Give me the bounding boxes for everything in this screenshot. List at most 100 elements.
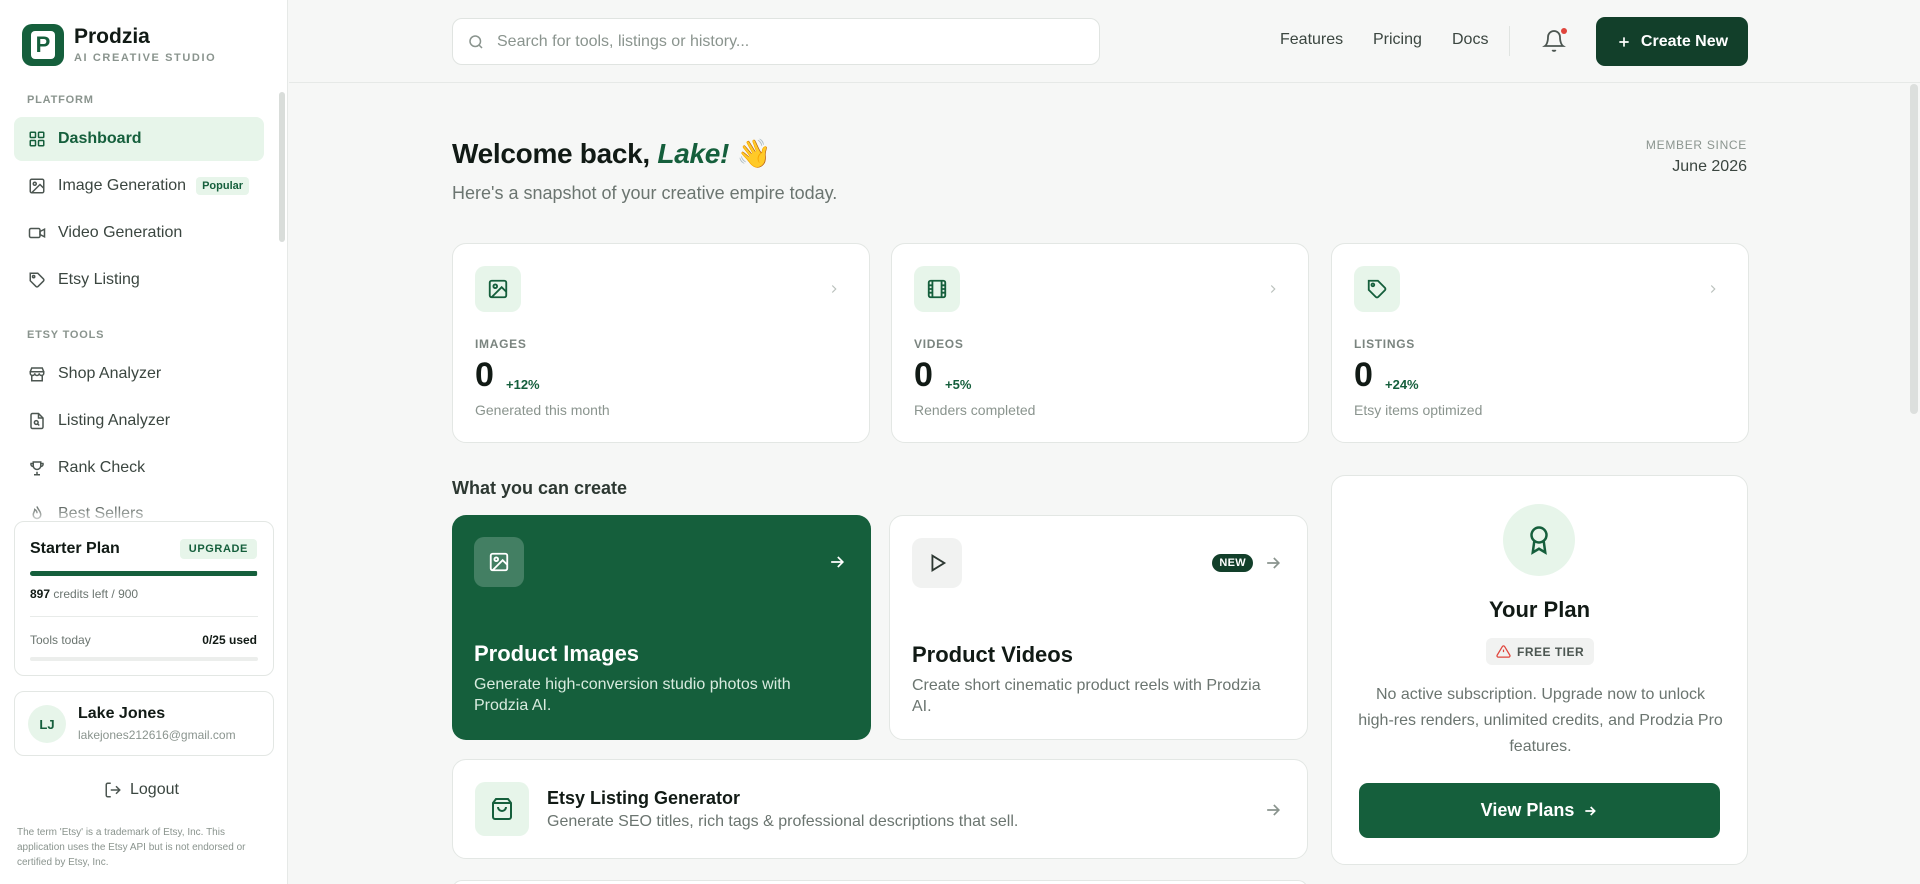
sidebar-item-image-generation[interactable]: Image Generation Popular — [14, 164, 264, 208]
sidebar-item-video-generation[interactable]: Video Generation — [14, 211, 264, 255]
brand[interactable]: P Prodzia AI CREATIVE STUDIO — [22, 24, 216, 66]
film-icon — [914, 266, 960, 312]
tools-progress-bar — [30, 657, 258, 661]
your-plan-panel: Your Plan FREE TIER No active subscripti… — [1331, 475, 1748, 865]
sidebar-item-best-sellers[interactable]: Best Sellers — [14, 493, 264, 521]
tag-icon — [28, 271, 46, 289]
divider — [30, 616, 258, 617]
product-images-card[interactable]: Product Images Generate high-conversion … — [452, 515, 871, 740]
stat-label: LISTINGS — [1354, 337, 1415, 351]
sidebar-item-label: Rank Check — [58, 459, 146, 476]
sidebar-item-rank-check[interactable]: Rank Check — [14, 446, 264, 490]
store-icon — [28, 365, 46, 383]
card-desc: Create short cinematic product reels wit… — [912, 677, 1261, 715]
search-icon — [469, 34, 483, 49]
trademark-disclaimer: The term 'Etsy' is a trademark of Etsy, … — [17, 827, 246, 868]
page-subtitle: Here's a snapshot of your creative empir… — [452, 183, 838, 203]
view-plans-button[interactable]: View Plans — [1359, 783, 1720, 838]
divider — [1509, 26, 1510, 56]
credits-progress-bar — [30, 571, 258, 576]
credits-text: 897 credits left / 900 — [30, 587, 139, 601]
sidebar-item-etsy-listing[interactable]: Etsy Listing — [14, 258, 264, 302]
chevron-right-icon — [1710, 285, 1716, 293]
video-icon — [28, 224, 46, 242]
arrow-right-icon — [1267, 804, 1281, 816]
sidebar-item-shop-analyzer[interactable]: Shop Analyzer — [14, 352, 264, 396]
nav-link-features[interactable]: Features — [1280, 31, 1343, 49]
tag-icon — [1354, 266, 1400, 312]
sidebar-item-listing-analyzer[interactable]: Listing Analyzer — [14, 399, 264, 443]
stat-value: 0 — [1354, 356, 1373, 394]
user-card[interactable]: LJ Lake Jones lakejones212616@gmail.com — [14, 691, 274, 756]
logout-button[interactable]: Logout — [104, 781, 179, 799]
sidebar-item-label: Video Generation — [58, 224, 183, 241]
credits-progress-fill — [30, 571, 258, 576]
alert-triangle-icon — [1496, 645, 1511, 658]
upgrade-button[interactable]: UPGRADE — [179, 539, 257, 559]
stat-card-listings[interactable]: LISTINGS 0 +24% Etsy items optimized — [1331, 243, 1749, 443]
stat-delta: +12% — [506, 377, 540, 392]
etsy-listing-generator-card[interactable]: Etsy Listing Generator Generate SEO titl… — [452, 759, 1308, 859]
grid-icon — [28, 130, 46, 148]
create-new-button[interactable]: Create New — [1596, 17, 1748, 66]
user-email: lakejones212616@gmail.com — [78, 728, 236, 742]
plus-icon — [1619, 36, 1629, 47]
shopping-bag-icon — [475, 782, 529, 836]
sidebar-scrollbar[interactable] — [279, 92, 285, 242]
product-videos-card[interactable]: NEW Product Videos Create short cinemati… — [889, 515, 1308, 740]
brand-logo: P — [22, 24, 64, 66]
nav-link-pricing[interactable]: Pricing — [1373, 31, 1422, 49]
tools-today-value: 0/25 used — [202, 633, 257, 647]
card-desc: Generate high-conversion studio photos w… — [474, 676, 791, 714]
chevron-right-icon — [1270, 285, 1276, 293]
tools-today-label: Tools today — [30, 633, 91, 647]
stat-value: 0 — [475, 356, 494, 394]
stat-desc: Generated this month — [475, 402, 610, 418]
nav-link-docs[interactable]: Docs — [1452, 31, 1488, 49]
stat-card-images[interactable]: IMAGES 0 +12% Generated this month — [452, 243, 870, 443]
new-badge: NEW — [1212, 554, 1253, 572]
stat-value: 0 — [914, 356, 933, 394]
flame-icon — [28, 505, 46, 521]
stat-label: IMAGES — [475, 337, 527, 351]
sidebar-item-label: Dashboard — [58, 130, 142, 147]
image-icon — [28, 177, 46, 195]
stat-desc: Etsy items optimized — [1354, 402, 1483, 418]
tier-badge: FREE TIER — [1486, 638, 1595, 665]
arrow-right-icon — [831, 556, 845, 568]
search-input[interactable] — [497, 32, 1057, 51]
sidebar-item-dashboard[interactable]: Dashboard — [14, 117, 264, 161]
logout-label: Logout — [130, 781, 179, 798]
stat-delta: +5% — [945, 377, 972, 392]
page-scrollbar[interactable] — [1910, 84, 1918, 414]
brand-name: Prodzia — [74, 25, 150, 48]
arrow-right-icon — [1267, 557, 1281, 569]
topbar: Features Pricing Docs Create New — [289, 0, 1920, 83]
card-title: Product Videos — [912, 642, 1073, 667]
search-box[interactable] — [452, 18, 1100, 65]
waving-hand-icon: 👋 — [736, 138, 772, 169]
card-title: Product Images — [474, 641, 640, 666]
card-desc: Generate SEO titles, rich tags & profess… — [547, 813, 1019, 830]
member-since-value: June 2026 — [1672, 158, 1747, 175]
stat-delta: +24% — [1385, 377, 1419, 392]
sidebar: P Prodzia AI CREATIVE STUDIO PLATFORM Da… — [0, 0, 288, 884]
page-title: Welcome back, Lake! 👋 — [452, 138, 772, 169]
plan-desc: No active subscription. Upgrade now to u… — [1358, 686, 1723, 755]
next-card-edge — [452, 880, 1308, 884]
brand-subtitle: AI CREATIVE STUDIO — [74, 52, 217, 64]
play-icon — [912, 538, 962, 588]
file-search-icon — [28, 412, 46, 430]
stat-label: VIDEOS — [914, 337, 964, 351]
chevron-right-icon — [831, 285, 837, 293]
award-icon — [1503, 504, 1575, 576]
user-name: Lake Jones — [78, 705, 166, 722]
image-icon — [474, 537, 524, 587]
section-title: What you can create — [452, 478, 628, 498]
etsy-tools-section-label: ETSY TOOLS — [27, 329, 105, 341]
stat-card-videos[interactable]: VIDEOS 0 +5% Renders completed — [891, 243, 1309, 443]
avatar: LJ — [28, 705, 66, 743]
plan-card: Starter Plan UPGRADE 897 credits left / … — [14, 521, 274, 676]
image-icon — [475, 266, 521, 312]
notification-dot — [1561, 28, 1567, 34]
